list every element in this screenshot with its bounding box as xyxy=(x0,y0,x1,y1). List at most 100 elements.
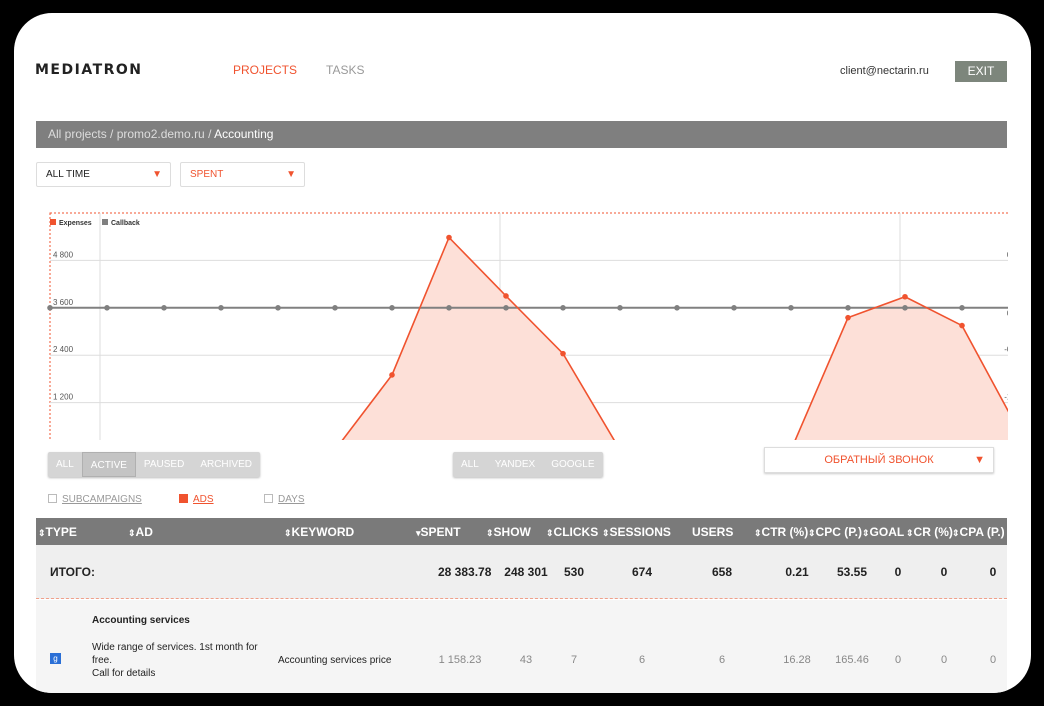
column-header[interactable]: ⇕CLICKS xyxy=(546,525,598,539)
expenses-point[interactable] xyxy=(902,293,908,300)
column-header[interactable]: ⇕GOAL xyxy=(862,525,904,539)
metric-dropdown[interactable]: SPENT ▼ xyxy=(180,162,305,187)
column-header[interactable]: ⇕TYPE xyxy=(38,525,77,539)
ad-text-line2: free. xyxy=(92,655,113,666)
sort-icon: ⇕ xyxy=(128,528,136,538)
column-label: CPA (P.) xyxy=(959,525,1005,539)
expenses-point[interactable] xyxy=(560,350,566,357)
callback-point[interactable] xyxy=(389,305,395,311)
callback-point[interactable] xyxy=(731,305,737,311)
view-days[interactable]: DAYS xyxy=(264,494,305,505)
callback-point[interactable] xyxy=(788,305,794,311)
cell-value: 0.21 xyxy=(785,565,809,579)
cell-value: 0 xyxy=(940,565,948,579)
breadcrumb-current: Accounting xyxy=(214,127,274,141)
nav-projects[interactable]: PROJECTS xyxy=(233,63,297,77)
expenses-point[interactable] xyxy=(503,293,509,299)
view-subcampaigns[interactable]: SUBCAMPAIGNS xyxy=(48,494,142,505)
status-paused[interactable]: PAUSED xyxy=(136,452,192,477)
source-all[interactable]: ALL xyxy=(453,452,487,477)
left-tick-label: 1 200 xyxy=(53,393,74,402)
column-label: CLICKS xyxy=(553,525,599,539)
column-label: SPENT xyxy=(420,525,461,539)
sort-icon: ⇕ xyxy=(38,528,46,538)
google-icon: g xyxy=(50,653,61,664)
column-header[interactable]: ⇕CTR (%) xyxy=(754,525,808,539)
expenses-point[interactable] xyxy=(389,372,395,378)
status-archived[interactable]: ARCHIVED xyxy=(192,452,260,477)
cell-value: 674 xyxy=(631,565,653,579)
sort-icon: ⇕ xyxy=(754,528,762,538)
expenses-point[interactable] xyxy=(446,234,452,241)
period-dropdown[interactable]: ALL TIME ▼ xyxy=(36,162,171,187)
callback-point[interactable] xyxy=(446,305,452,311)
caret-down-icon: ▼ xyxy=(286,169,296,180)
left-tick-label: 2 400 xyxy=(53,345,74,354)
callback-point[interactable] xyxy=(332,305,338,311)
list-icon xyxy=(264,494,273,503)
nav-tasks[interactable]: TASKS xyxy=(326,63,364,77)
table-row[interactable]: g Accounting services Wide range of serv… xyxy=(36,600,1007,693)
status-active[interactable]: ACTIVE xyxy=(81,452,136,477)
ad-text-line1: Wide range of services. 1st month for xyxy=(92,642,258,653)
cell-value: 0 xyxy=(894,565,902,579)
expenses-chart: 1 200 2 400 3 600 4 800 0,5 0,0 -0,5 -1,0 Expens… xyxy=(47,212,1008,440)
column-header[interactable]: ⇕AD xyxy=(128,525,153,539)
table-header: ⇕TYPE ⇕AD ⇕KEYWORD ▾SPENT ⇕SHOW ⇕CLICKS ⇕SESSI… xyxy=(36,518,1007,545)
column-header[interactable]: ▾SPENT xyxy=(416,525,461,539)
callback-point[interactable] xyxy=(104,305,110,311)
status-all[interactable]: ALL xyxy=(48,452,82,477)
column-header[interactable]: USERS xyxy=(692,525,733,539)
cell-value: 0 xyxy=(989,654,997,666)
total-label: ИТОГО: xyxy=(50,565,95,579)
user-email: client@nectarin.ru xyxy=(840,65,929,77)
source-yandex[interactable]: YANDEX xyxy=(487,452,543,477)
sort-icon: ⇕ xyxy=(486,528,494,538)
callback-point[interactable] xyxy=(503,305,509,311)
cell-value: 0 xyxy=(989,565,997,579)
column-header[interactable]: ⇕KEYWORD xyxy=(284,525,354,539)
exit-button[interactable]: EXIT xyxy=(955,61,1007,82)
right-tick-label: 0,5 xyxy=(1007,250,1008,259)
callback-point[interactable] xyxy=(959,305,965,311)
callback-point[interactable] xyxy=(275,305,281,311)
sort-icon: ⇕ xyxy=(546,528,554,538)
callback-value: ОБРАТНЫЙ ЗВОНОК xyxy=(824,454,934,466)
column-header[interactable]: ⇕CR (%) xyxy=(906,525,953,539)
view-label: DAYS xyxy=(278,494,305,505)
column-label: KEYWORD xyxy=(291,525,355,539)
column-header[interactable]: ⇕CPA (P.) xyxy=(952,525,1005,539)
callback-point[interactable] xyxy=(902,305,908,311)
cell-value: 53.55 xyxy=(836,565,868,579)
cell-value: 28 383.78 xyxy=(438,565,492,579)
sort-icon: ⇕ xyxy=(906,528,914,538)
callback-point[interactable] xyxy=(560,305,566,311)
legend-expenses: Expenses xyxy=(59,220,92,227)
cell-value: 165.46 xyxy=(835,654,869,666)
column-header[interactable]: ⇕SHOW xyxy=(486,525,531,539)
expenses-point[interactable] xyxy=(845,314,851,321)
cell-value: 1 158.23 xyxy=(438,654,482,666)
callback-point[interactable] xyxy=(161,305,167,311)
view-ads[interactable]: ADS xyxy=(179,494,214,505)
column-header[interactable]: ⇕SESSIONS xyxy=(602,525,671,539)
sort-icon: ⇕ xyxy=(862,528,870,538)
callback-point[interactable] xyxy=(47,305,53,311)
breadcrumb-path[interactable]: All projects / promo2.demo.ru / xyxy=(48,127,214,141)
callback-point[interactable] xyxy=(674,305,680,311)
logo: MEDIATRON xyxy=(35,62,143,78)
ad-title: Accounting services xyxy=(92,615,190,626)
column-label: SESSIONS xyxy=(609,525,671,539)
source-google[interactable]: GOOGLE xyxy=(543,452,602,477)
cell-value: 0 xyxy=(894,654,902,666)
column-header[interactable]: ⇕CPC (P.) xyxy=(808,525,862,539)
keyword: Accounting services price xyxy=(278,655,392,666)
callback-dropdown[interactable]: ОБРАТНЫЙ ЗВОНОК ▼ xyxy=(764,447,994,473)
cell-value: 248 301 xyxy=(504,565,548,579)
source-filter: ALL YANDEX GOOGLE xyxy=(453,452,603,477)
callback-point[interactable] xyxy=(845,305,851,311)
right-tick-label: -0,5 xyxy=(1004,345,1008,354)
callback-point[interactable] xyxy=(218,305,224,311)
callback-point[interactable] xyxy=(617,305,623,311)
expenses-point[interactable] xyxy=(959,322,965,329)
